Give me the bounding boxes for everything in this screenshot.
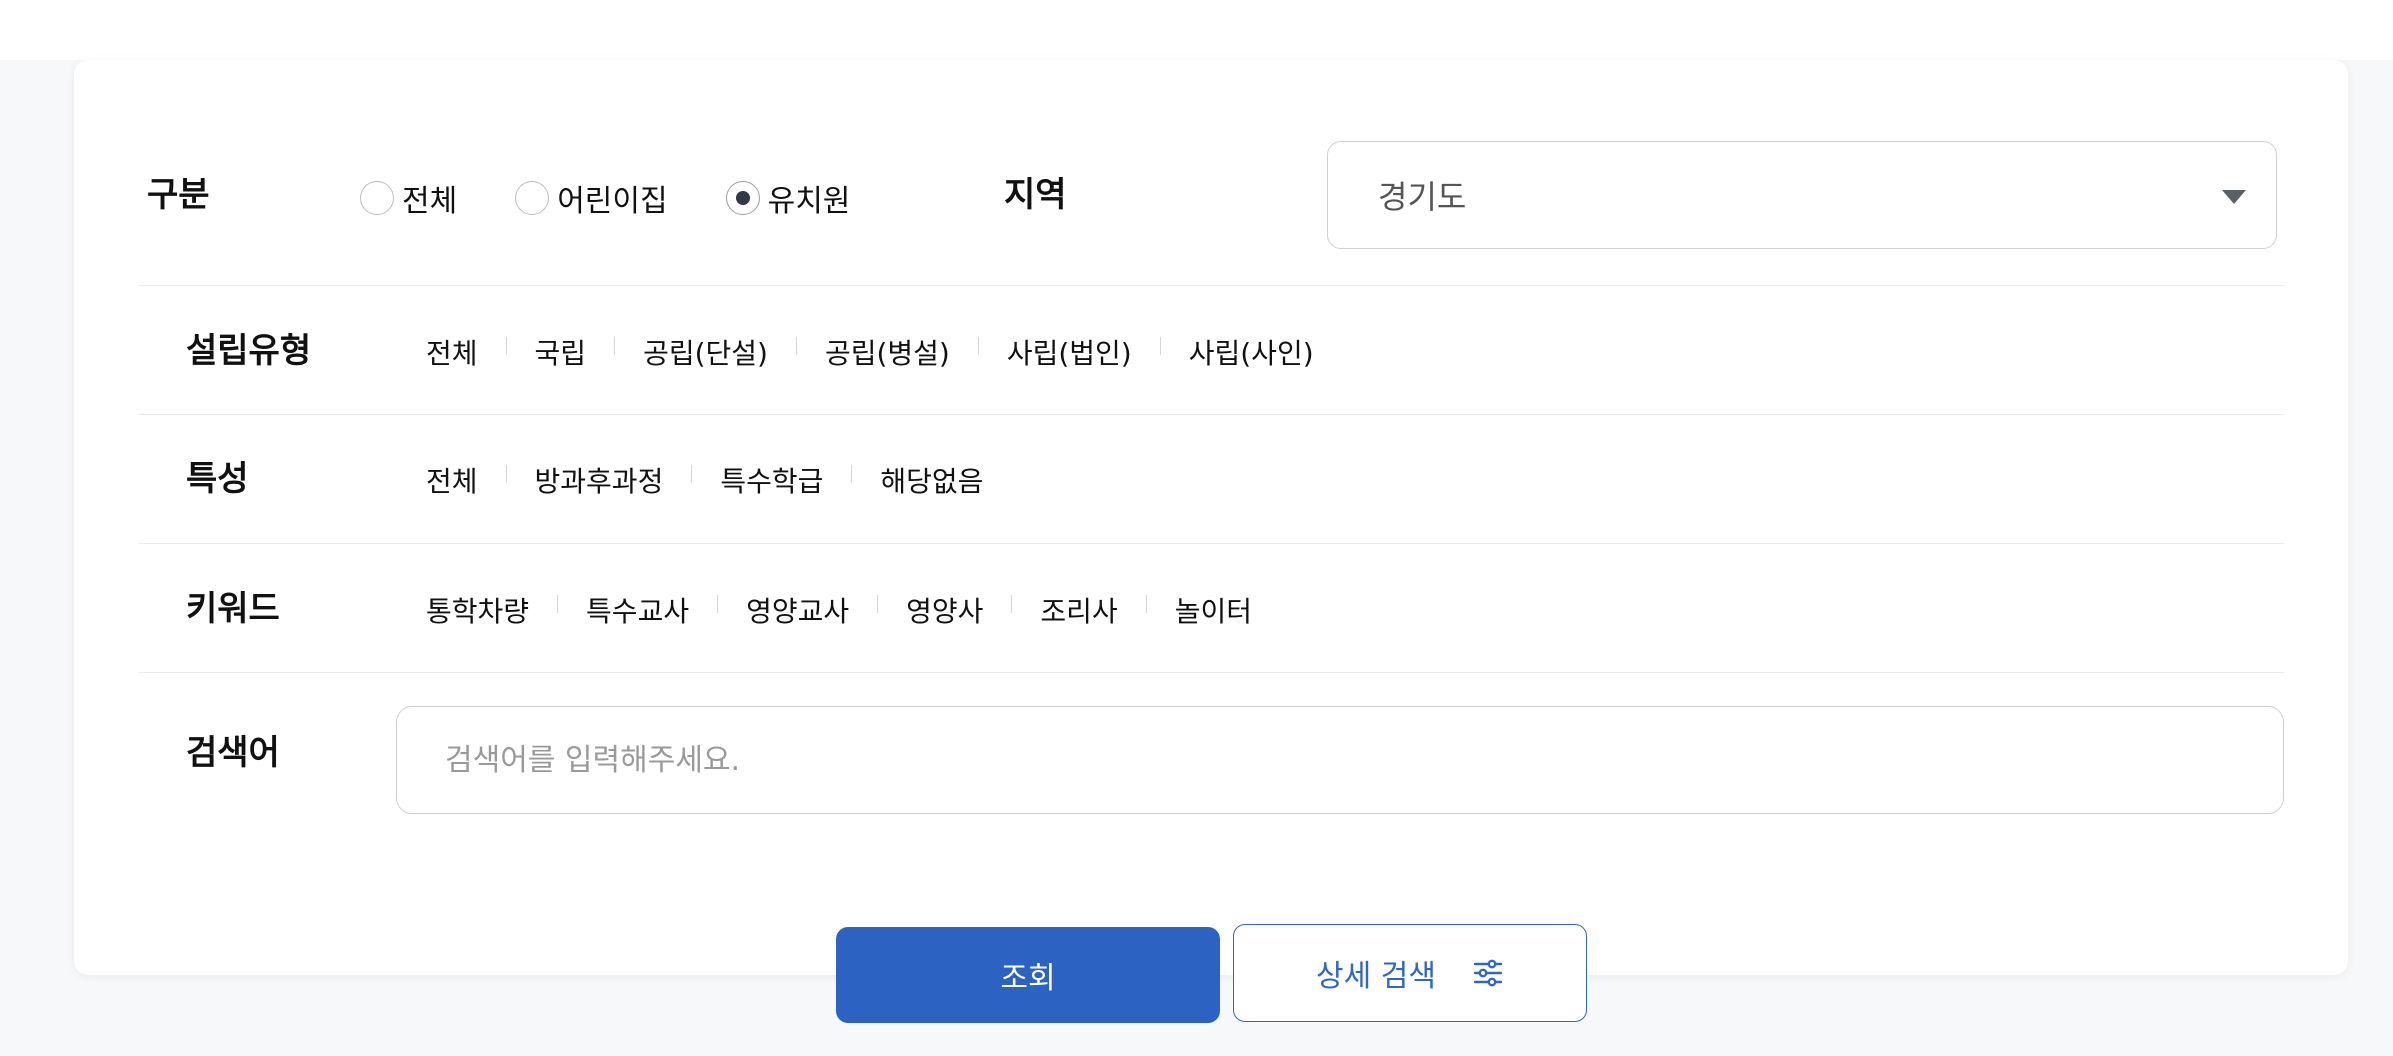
keyword-option[interactable]: 영양사 [906, 590, 983, 630]
search-input[interactable] [396, 706, 2284, 814]
advanced-search-button[interactable]: 상세 검색 [1233, 924, 1587, 1022]
advanced-search-label: 상세 검색 [1316, 959, 1436, 994]
separator [557, 595, 559, 613]
establishment-option[interactable]: 국립 [535, 332, 587, 372]
keyword-option[interactable]: 통학차량 [426, 590, 529, 630]
keyword-option[interactable]: 놀이터 [1175, 590, 1252, 630]
radio-label: 유치원 [767, 184, 851, 219]
keywords-options: 통학차량 특수교사 영양교사 영양사 조리사 놀이터 [426, 590, 1252, 630]
radio-label: 전체 [402, 184, 458, 219]
radio-dot [735, 191, 750, 205]
submit-button-label: 조회 [1000, 961, 1056, 996]
caret-down-icon [2222, 190, 2246, 204]
features-option[interactable]: 해당없음 [880, 460, 983, 500]
establishment-option[interactable]: 전체 [426, 332, 478, 372]
separator [1159, 337, 1161, 355]
category-radio-group: 전체 어린이집 유치원 [360, 176, 908, 220]
separator [977, 337, 979, 355]
establishment-option[interactable]: 사립(법인) [1007, 332, 1132, 372]
keyword-option[interactable]: 영양교사 [746, 590, 849, 630]
radio-label: 어린이집 [557, 184, 668, 219]
keyword-option[interactable]: 특수교사 [586, 590, 689, 630]
divider [139, 672, 2284, 673]
separator [691, 465, 693, 483]
features-option[interactable]: 전체 [426, 460, 478, 500]
features-option[interactable]: 특수학급 [720, 460, 823, 500]
separator [717, 595, 719, 613]
establishment-options: 전체 국립 공립(단설) 공립(병설) 사립(법인) 사립(사인) [426, 332, 1314, 372]
radio-circle-icon [360, 181, 394, 215]
separator [877, 595, 879, 613]
separator [1011, 595, 1013, 613]
search-filter-card: 구분 전체 어린이집 유치원 지역 경기도 설립유형 전체 국립 공립(단설) … [74, 60, 2348, 975]
radio-circle-icon [515, 181, 550, 215]
divider [139, 285, 2284, 286]
top-strip [0, 0, 2393, 60]
establishment-option[interactable]: 공립(단설) [643, 332, 768, 372]
submit-button[interactable]: 조회 [836, 927, 1220, 1023]
keywords-label: 키워드 [186, 589, 280, 629]
separator [795, 337, 797, 355]
radio-kindergarten[interactable]: 유치원 [725, 176, 851, 220]
radio-daycare[interactable]: 어린이집 [515, 176, 668, 220]
features-option[interactable]: 방과후과정 [535, 460, 664, 500]
separator [505, 337, 507, 355]
region-label: 지역 [1004, 175, 1067, 215]
separator [505, 465, 507, 483]
region-select-value: 경기도 [1378, 178, 1467, 216]
features-label: 특성 [186, 459, 249, 499]
establishment-label: 설립유형 [186, 331, 312, 371]
search-label: 검색어 [186, 733, 280, 773]
category-label: 구분 [147, 175, 210, 215]
radio-checked-icon [725, 181, 760, 215]
separator [614, 337, 616, 355]
divider [139, 414, 2284, 415]
sliders-icon [1473, 959, 1503, 987]
region-select[interactable]: 경기도 [1327, 141, 2277, 249]
separator [1145, 595, 1147, 613]
radio-all[interactable]: 전체 [360, 176, 457, 220]
features-options: 전체 방과후과정 특수학급 해당없음 [426, 460, 983, 500]
separator [851, 465, 853, 483]
divider [139, 543, 2284, 544]
establishment-option[interactable]: 사립(사인) [1189, 332, 1314, 372]
keyword-option[interactable]: 조리사 [1040, 590, 1117, 630]
establishment-option[interactable]: 공립(병설) [825, 332, 950, 372]
